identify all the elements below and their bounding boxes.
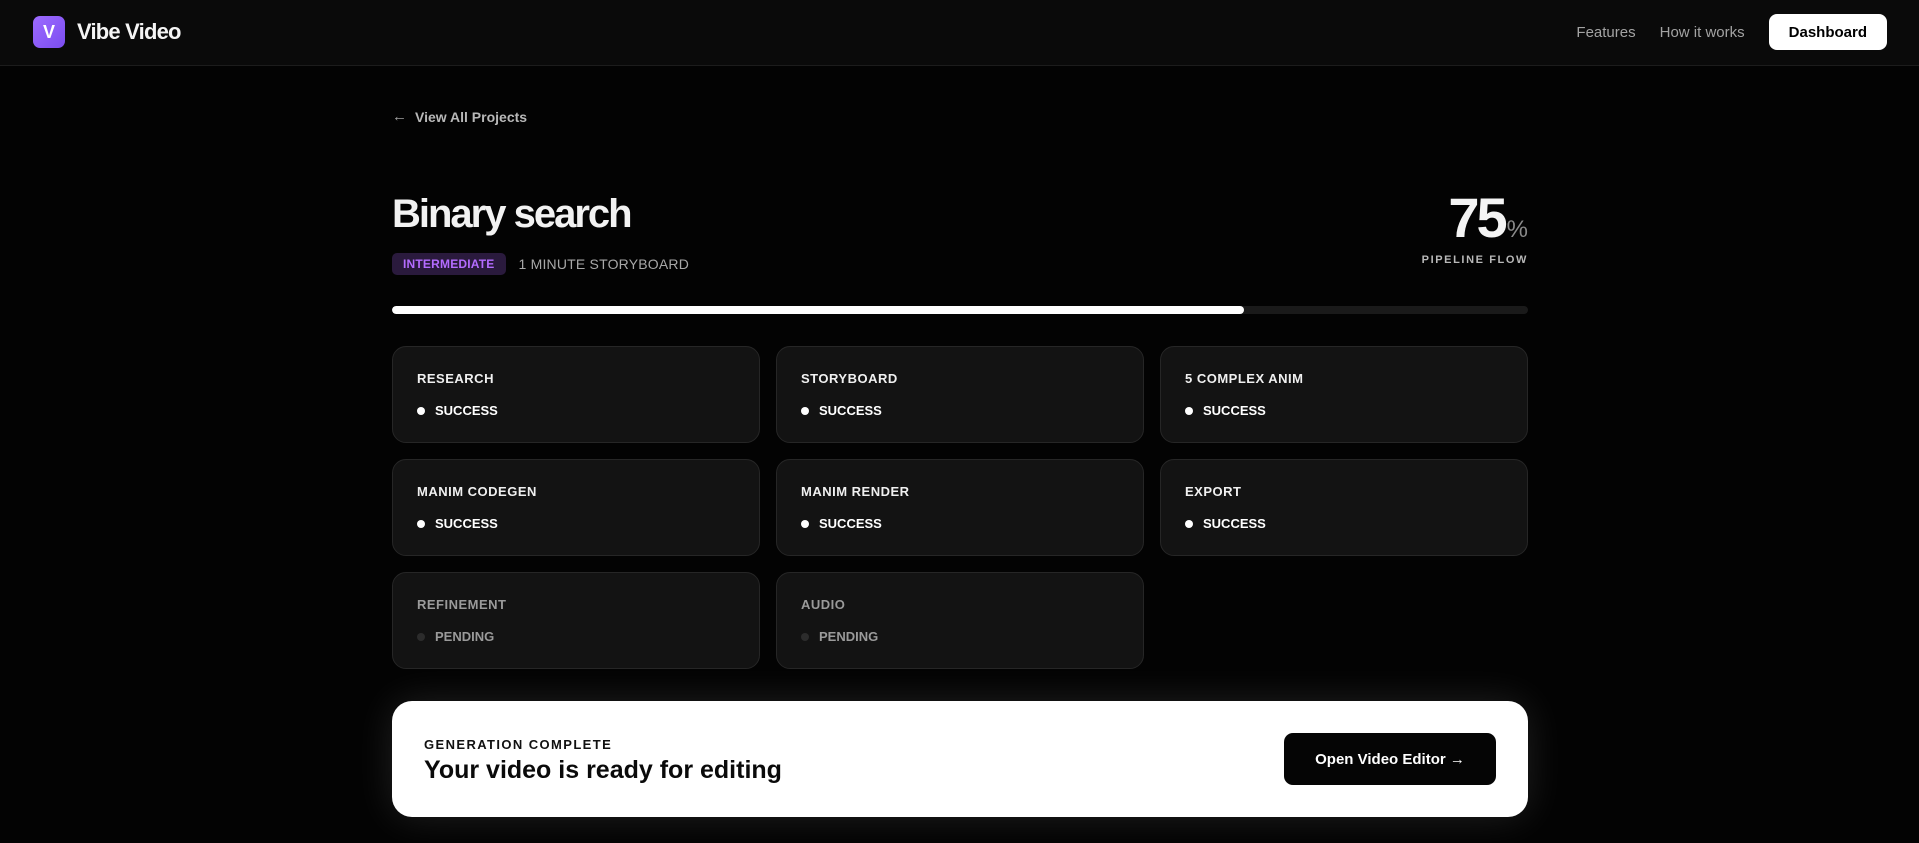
stage-status: SUCCESS: [801, 403, 1143, 418]
pipeline-progress: 75 % PIPELINE FLOW: [1421, 186, 1528, 267]
stage-name: STORYBOARD: [801, 371, 898, 386]
brand[interactable]: V Vibe Video: [33, 16, 181, 48]
stage-card: MANIM CODEGEN SUCCESS: [392, 459, 760, 556]
stage-status-text: SUCCESS: [819, 403, 882, 418]
view-all-projects-link[interactable]: ← View All Projects: [392, 108, 527, 125]
stage-status-text: SUCCESS: [1203, 403, 1266, 418]
progress-bar-fill: [392, 306, 1244, 314]
nav-link-how-it-works[interactable]: How it works: [1660, 24, 1745, 41]
progress-percent-sign: %: [1506, 216, 1528, 243]
status-dot-icon: [1185, 406, 1193, 415]
difficulty-badge: INTERMEDIATE: [392, 253, 506, 275]
stage-status: SUCCESS: [1185, 403, 1527, 418]
stage-status-text: PENDING: [435, 629, 495, 644]
status-dot-icon: [417, 632, 425, 641]
status-dot-icon: [801, 632, 809, 641]
project-meta: INTERMEDIATE 1 MINUTE STORYBOARD: [392, 253, 689, 275]
status-dot-icon: [801, 406, 809, 415]
storyboard-duration: 1 MINUTE STORYBOARD: [518, 256, 690, 272]
stage-name: MANIM RENDER: [801, 484, 910, 499]
main-nav: Features How it works Dashboard: [1576, 14, 1887, 50]
stage-status: PENDING: [801, 629, 1143, 644]
status-dot-icon: [801, 519, 809, 528]
stage-card: MANIM RENDER SUCCESS: [776, 459, 1144, 556]
stage-card: REFINEMENT PENDING: [392, 572, 760, 669]
project-title: Binary search: [392, 192, 633, 236]
stage-name: RESEARCH: [417, 371, 494, 386]
stage-status: PENDING: [417, 629, 759, 644]
app-name: Vibe Video: [77, 19, 181, 44]
stage-name: REFINEMENT: [417, 597, 507, 612]
app-logo-icon: V: [33, 16, 65, 48]
stage-name: 5 COMPLEX ANIM: [1185, 371, 1304, 386]
top-navbar: V Vibe Video Features How it works Dashb…: [0, 0, 1919, 66]
back-link-label: View All Projects: [415, 108, 528, 125]
nav-link-features[interactable]: Features: [1576, 24, 1635, 41]
stage-status-text: SUCCESS: [435, 403, 498, 418]
arrow-left-icon: ←: [392, 108, 407, 125]
progress-percent-value: 75: [1448, 186, 1507, 249]
status-dot-icon: [417, 519, 425, 528]
stage-status-text: SUCCESS: [435, 516, 498, 531]
stage-status-text: PENDING: [819, 629, 879, 644]
progress-label: PIPELINE FLOW: [1421, 254, 1528, 266]
stage-card: 5 COMPLEX ANIM SUCCESS: [1160, 346, 1528, 443]
stage-status: SUCCESS: [417, 516, 759, 531]
generation-complete-card: GENERATION COMPLETE Your video is ready …: [392, 701, 1528, 817]
stage-name: MANIM CODEGEN: [417, 484, 537, 499]
open-video-editor-button[interactable]: Open Video Editor →: [1284, 733, 1496, 785]
completion-label: GENERATION COMPLETE: [424, 737, 613, 752]
completion-message: Your video is ready for editing: [424, 756, 782, 784]
stage-status-text: SUCCESS: [1203, 516, 1266, 531]
stage-card: STORYBOARD SUCCESS: [776, 346, 1144, 443]
stage-card: AUDIO PENDING: [776, 572, 1144, 669]
stage-status: SUCCESS: [1185, 516, 1527, 531]
status-dot-icon: [1185, 519, 1193, 528]
stage-card: RESEARCH SUCCESS: [392, 346, 760, 443]
stage-status: SUCCESS: [801, 516, 1143, 531]
progress-bar: [392, 306, 1528, 314]
stage-card: EXPORT SUCCESS: [1160, 459, 1528, 556]
status-dot-icon: [417, 406, 425, 415]
pipeline-stages-grid: RESEARCH SUCCESS STORYBOARD SUCCESS 5 COMPLE…: [392, 346, 1528, 669]
stage-name: EXPORT: [1185, 484, 1242, 499]
dashboard-button[interactable]: Dashboard: [1768, 14, 1887, 50]
stage-name: AUDIO: [801, 597, 846, 612]
stage-status-text: SUCCESS: [819, 516, 882, 531]
stage-status: SUCCESS: [417, 403, 759, 418]
